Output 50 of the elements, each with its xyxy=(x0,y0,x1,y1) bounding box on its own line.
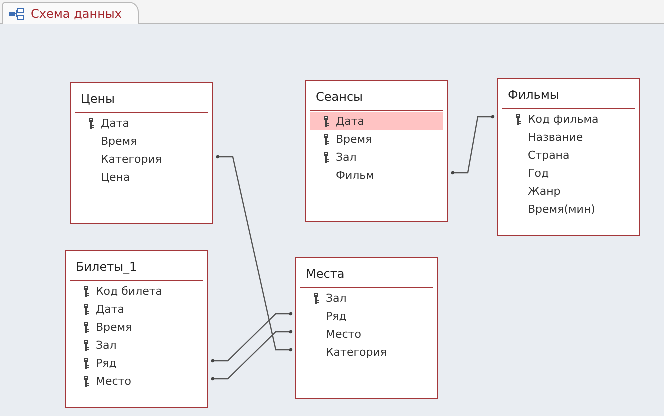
field-row[interactable]: Категория xyxy=(75,150,208,168)
key-icon xyxy=(83,340,90,350)
diagram-tab[interactable]: Схема данных xyxy=(2,2,140,24)
key-icon xyxy=(83,286,90,296)
field-row[interactable]: Место xyxy=(70,372,203,390)
field-row[interactable]: Дата xyxy=(70,300,203,318)
relationship-line xyxy=(451,115,495,175)
field-row[interactable]: Дата xyxy=(75,114,208,132)
key-icon xyxy=(323,134,330,144)
field-row[interactable]: Зал xyxy=(300,289,433,307)
table-card[interactable]: Билеты_1 Код билета Дата Время Зал Ряд Место xyxy=(65,250,208,408)
field-row[interactable]: Ряд xyxy=(300,307,433,325)
field-row[interactable]: Ряд xyxy=(70,354,203,372)
table-card[interactable]: Цены Дата Время Категория Цена xyxy=(70,82,213,224)
field-row[interactable]: Код билета xyxy=(70,282,203,300)
field-row[interactable]: Время(мин) xyxy=(502,200,635,218)
table-card[interactable]: Места Зал Ряд Место Категория xyxy=(295,257,438,399)
field-row[interactable]: Цена xyxy=(75,168,208,186)
field-row[interactable]: Название xyxy=(502,128,635,146)
table-card[interactable]: Фильмы Код фильма Название Страна Год Жанр Время(мин) xyxy=(497,78,640,236)
field-row[interactable]: Зал xyxy=(310,148,443,166)
field-row[interactable]: Страна xyxy=(502,146,635,164)
key-icon xyxy=(313,292,320,304)
field-row[interactable]: Время xyxy=(75,132,208,150)
key-icon xyxy=(83,304,90,314)
field-row[interactable]: Жанр xyxy=(502,182,635,200)
key-icon xyxy=(83,322,90,332)
field-row[interactable]: Время xyxy=(70,318,203,336)
key-icon xyxy=(323,116,330,126)
tab-label: Схема данных xyxy=(31,6,122,20)
field-row[interactable]: Зал xyxy=(70,336,203,354)
field-row[interactable]: Место xyxy=(300,325,433,343)
relationships-icon xyxy=(9,8,25,20)
key-icon xyxy=(88,118,95,128)
table-card[interactable]: Сеансы Дата Время Зал Фильм xyxy=(305,80,448,222)
field-row[interactable]: Код фильма xyxy=(502,110,635,128)
table-title: Цены xyxy=(80,91,116,108)
field-row[interactable]: Год xyxy=(502,164,635,182)
field-row[interactable]: Время xyxy=(310,130,443,148)
table-title: Фильмы xyxy=(507,87,560,104)
field-row[interactable]: Категория xyxy=(300,343,433,361)
key-icon xyxy=(83,376,90,386)
table-title: Места xyxy=(305,266,346,283)
key-icon xyxy=(323,152,330,162)
table-title: Сеансы xyxy=(315,89,364,106)
key-icon xyxy=(515,114,522,124)
table-title: Билеты_1 xyxy=(75,259,138,276)
field-row[interactable]: Фильм xyxy=(310,166,443,184)
field-row[interactable]: Дата xyxy=(310,112,443,130)
key-icon xyxy=(83,358,90,368)
